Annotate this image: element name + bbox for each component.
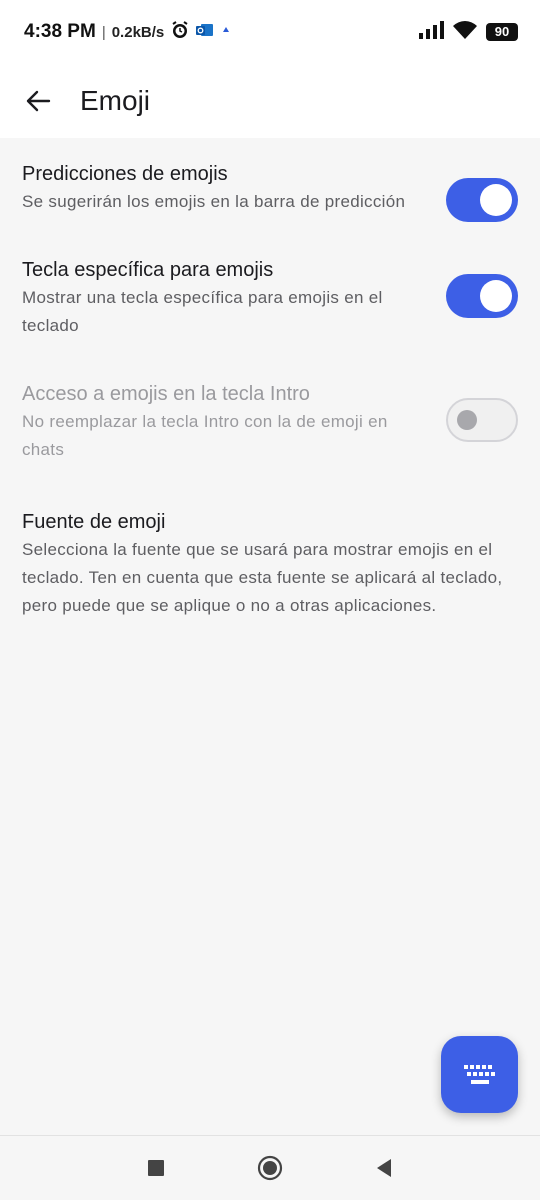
arrow-back-icon bbox=[26, 90, 51, 112]
recents-button[interactable] bbox=[142, 1154, 170, 1182]
notification-dot-icon bbox=[220, 23, 232, 41]
settings-list: Predicciones de emojis Se sugerirán los … bbox=[0, 138, 540, 638]
keyboard-icon bbox=[463, 1064, 495, 1084]
setting-title: Predicciones de emojis bbox=[22, 163, 228, 185]
emoji-key-toggle[interactable] bbox=[446, 274, 518, 318]
home-circle-icon bbox=[257, 1155, 283, 1181]
toggle-knob bbox=[480, 184, 512, 216]
app-bar: Emoji bbox=[0, 64, 540, 138]
status-right: 90 bbox=[418, 20, 518, 45]
toggle-knob bbox=[457, 410, 477, 430]
toggle-knob bbox=[480, 280, 512, 312]
page-title: Emoji bbox=[80, 85, 151, 116]
setting-description: Selecciona la fuente que se usará para m… bbox=[22, 540, 503, 615]
system-back-button[interactable] bbox=[370, 1154, 398, 1182]
setting-emoji-font[interactable]: Fuente de emoji Selecciona la fuente que… bbox=[0, 482, 540, 638]
outlook-icon bbox=[196, 22, 214, 43]
setting-text: Acceso a emojis en la tecla Intro No ree… bbox=[22, 380, 426, 464]
setting-text: Fuente de emoji Selecciona la fuente que… bbox=[22, 508, 518, 620]
recents-square-icon bbox=[148, 1160, 164, 1176]
home-button[interactable] bbox=[256, 1154, 284, 1182]
setting-title: Tecla específica para emojis bbox=[22, 259, 274, 281]
setting-description: Mostrar una tecla específica para emojis… bbox=[22, 288, 383, 335]
alarm-icon bbox=[170, 20, 190, 45]
status-time: 4:38 PM bbox=[24, 21, 96, 42]
setting-enter-key-emoji: Acceso a emojis en la tecla Intro No ree… bbox=[0, 358, 540, 482]
battery-icon: 90 bbox=[486, 23, 518, 41]
network-speed: 0.2kB/s bbox=[111, 23, 165, 41]
setting-description: Se sugerirán los emojis en la barra de p… bbox=[22, 192, 406, 211]
status-left: 4:38 PM | 0.2kB/s bbox=[24, 20, 232, 45]
wifi-icon bbox=[452, 20, 478, 45]
signal-icon bbox=[418, 20, 444, 44]
status-separator: | bbox=[101, 23, 106, 41]
emoji-predictions-toggle[interactable] bbox=[446, 178, 518, 222]
enter-key-emoji-toggle bbox=[446, 398, 518, 442]
setting-description: No reemplazar la tecla Intro con la de e… bbox=[22, 412, 388, 459]
setting-title: Fuente de emoji bbox=[22, 511, 166, 533]
setting-text: Tecla específica para emojis Mostrar una… bbox=[22, 256, 426, 340]
setting-title: Acceso a emojis en la tecla Intro bbox=[22, 383, 310, 405]
system-nav-bar bbox=[0, 1135, 540, 1200]
setting-emoji-predictions[interactable]: Predicciones de emojis Se sugerirán los … bbox=[0, 138, 540, 234]
back-triangle-icon bbox=[377, 1159, 391, 1177]
keyboard-fab-button[interactable] bbox=[441, 1036, 518, 1113]
setting-text: Predicciones de emojis Se sugerirán los … bbox=[22, 160, 426, 216]
status-bar: 4:38 PM | 0.2kB/s 90 bbox=[0, 0, 540, 64]
back-button[interactable] bbox=[18, 81, 58, 121]
setting-emoji-key[interactable]: Tecla específica para emojis Mostrar una… bbox=[0, 234, 540, 358]
